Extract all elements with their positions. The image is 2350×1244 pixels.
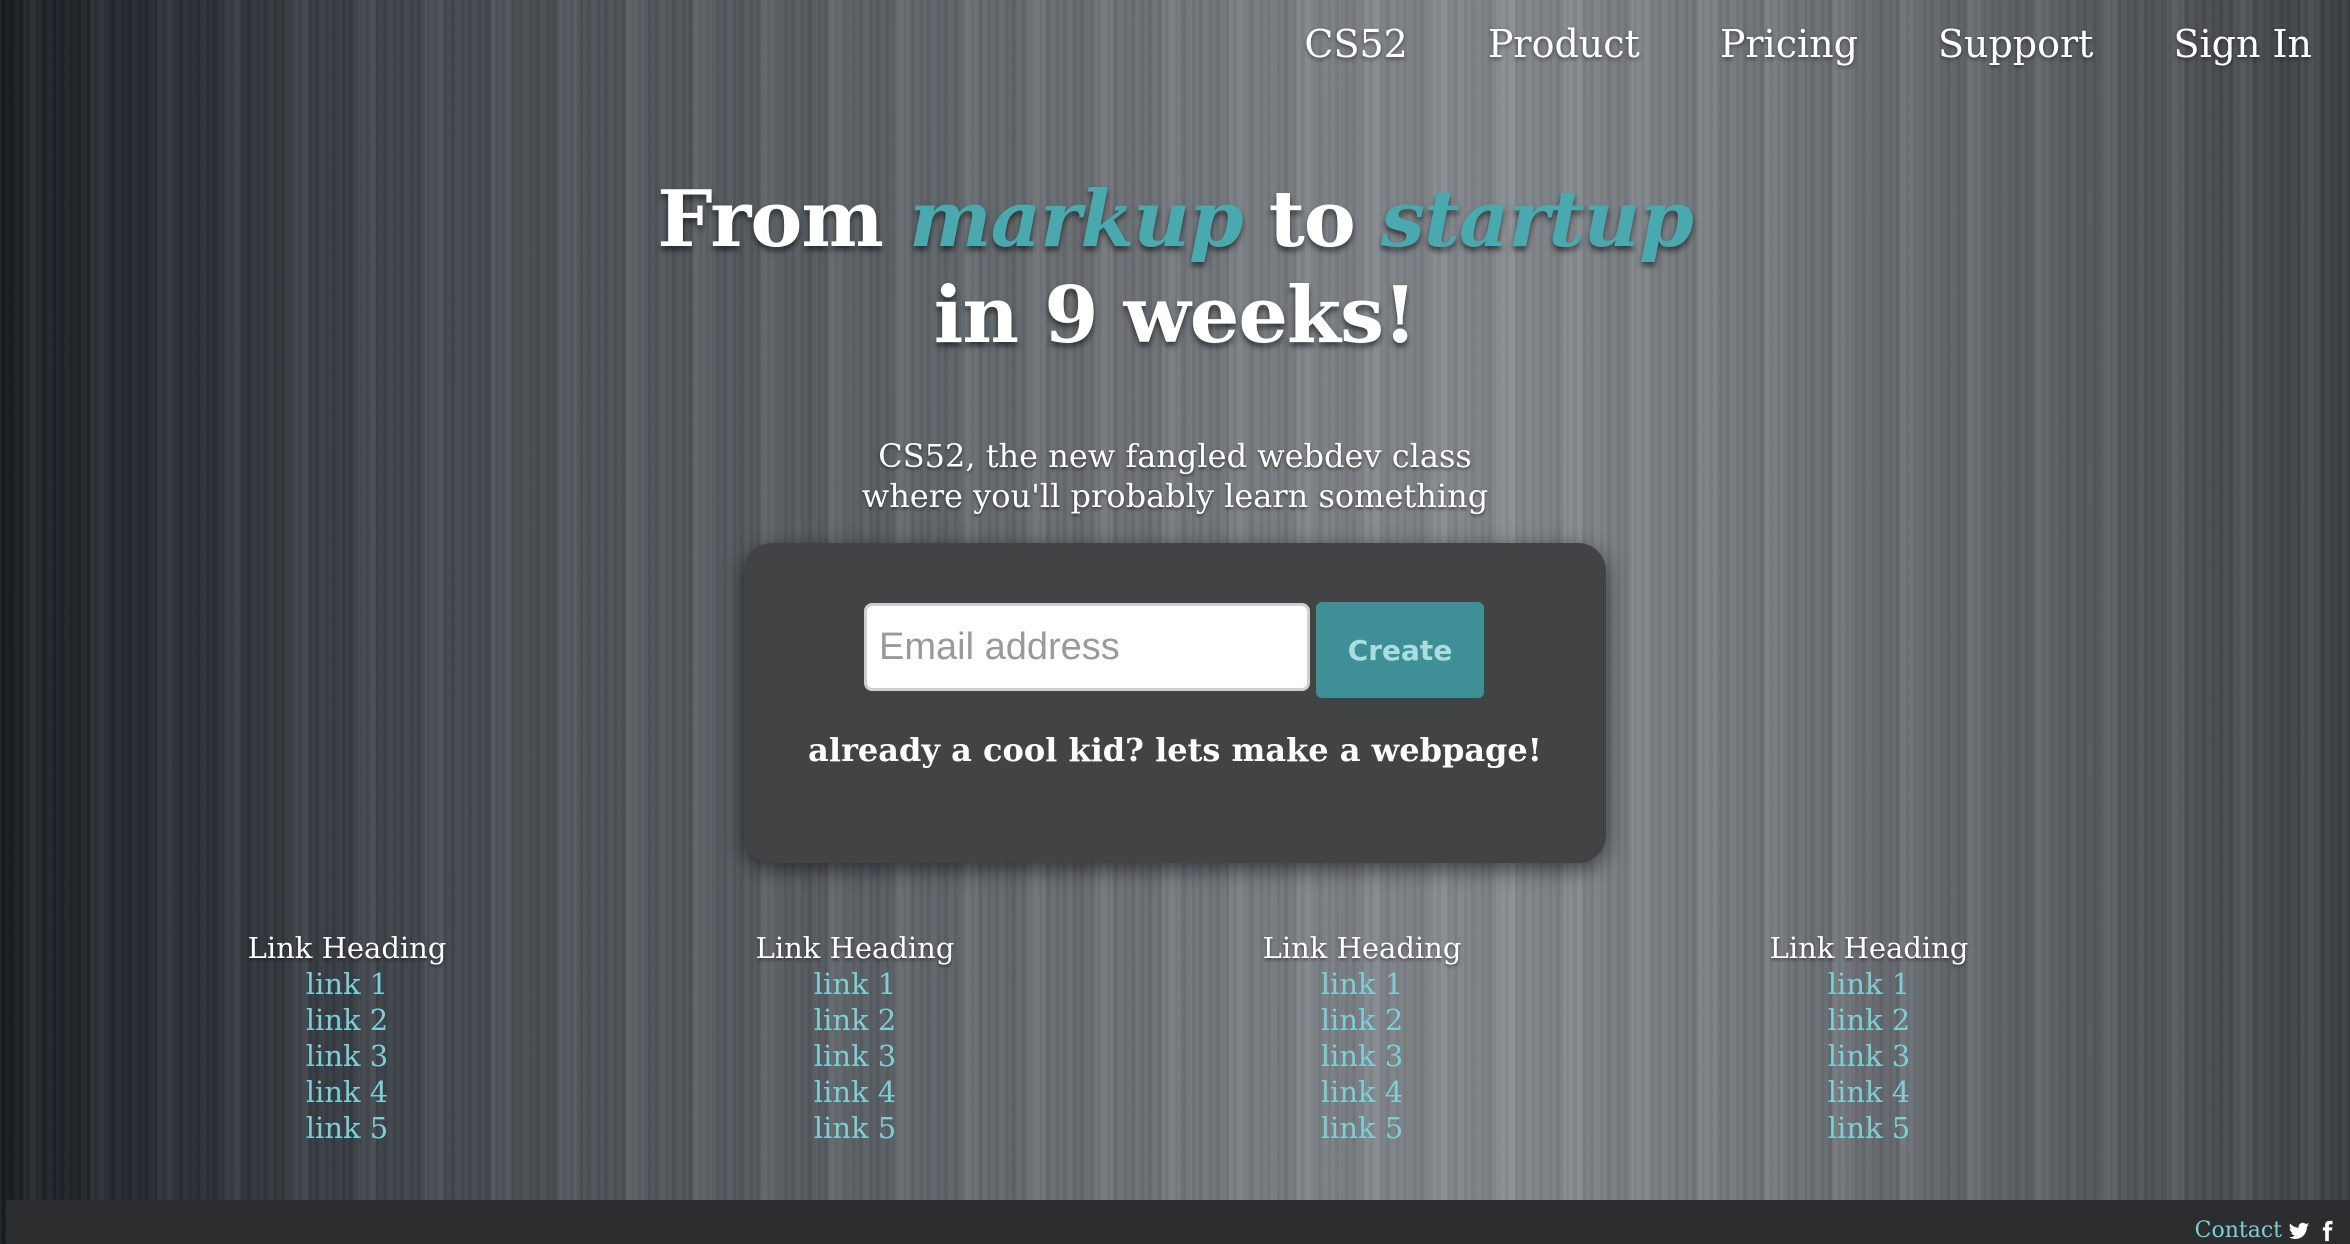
facebook-icon[interactable]	[2316, 1220, 2338, 1242]
footer: Contact	[6, 1200, 2350, 1244]
hero-subtitle-line1: CS52, the new fangled webdev class	[878, 437, 1472, 475]
link-item[interactable]: link 1	[695, 966, 1015, 1002]
cool-kid-link[interactable]: already a cool kid? lets make a webpage!	[744, 731, 1606, 769]
link-item[interactable]: link 5	[1709, 1110, 2029, 1146]
link-item[interactable]: link 5	[1202, 1110, 1522, 1146]
link-item[interactable]: link 2	[1202, 1002, 1522, 1038]
link-item[interactable]: link 2	[695, 1002, 1015, 1038]
link-columns: Link Heading link 1 link 2 link 3 link 4…	[0, 930, 2350, 1150]
link-item[interactable]: link 4	[1709, 1074, 2029, 1110]
link-item[interactable]: link 4	[187, 1074, 507, 1110]
signup-panel: Create already a cool kid? lets make a w…	[744, 543, 1606, 863]
nav-item-product[interactable]: Product	[1488, 22, 1640, 66]
contact-link[interactable]: Contact	[2195, 1218, 2282, 1243]
link-column-4: Link Heading link 1 link 2 link 3 link 4…	[1709, 930, 2029, 1146]
link-item[interactable]: link 1	[1709, 966, 2029, 1002]
create-button[interactable]: Create	[1316, 602, 1484, 698]
hero-title-from: From	[657, 174, 884, 265]
hero-title-to: to	[1268, 174, 1356, 265]
link-item[interactable]: link 5	[187, 1110, 507, 1146]
link-item[interactable]: link 2	[1709, 1002, 2029, 1038]
nav-item-sign-in[interactable]: Sign In	[2173, 22, 2312, 66]
email-input[interactable]	[864, 603, 1310, 691]
link-heading: Link Heading	[1262, 931, 1462, 965]
nav-item-pricing[interactable]: Pricing	[1720, 22, 1858, 66]
link-column-2: Link Heading link 1 link 2 link 3 link 4…	[695, 930, 1015, 1146]
hero-title-startup: startup	[1380, 174, 1694, 265]
link-item[interactable]: link 1	[1202, 966, 1522, 1002]
nav-item-support[interactable]: Support	[1938, 22, 2093, 66]
hero-title-markup: markup	[909, 174, 1243, 265]
link-heading: Link Heading	[247, 931, 447, 965]
link-column-3: Link Heading link 1 link 2 link 3 link 4…	[1202, 930, 1522, 1146]
link-item[interactable]: link 3	[695, 1038, 1015, 1074]
link-item[interactable]: link 1	[187, 966, 507, 1002]
link-item[interactable]: link 2	[187, 1002, 507, 1038]
link-item[interactable]: link 3	[187, 1038, 507, 1074]
link-column-1: Link Heading link 1 link 2 link 3 link 4…	[187, 930, 507, 1146]
link-item[interactable]: link 3	[1709, 1038, 2029, 1074]
twitter-icon[interactable]	[2288, 1220, 2310, 1242]
hero-title-line2: in 9 weeks!	[933, 270, 1418, 361]
link-heading: Link Heading	[1769, 931, 1969, 965]
link-item[interactable]: link 4	[1202, 1074, 1522, 1110]
link-item[interactable]: link 3	[1202, 1038, 1522, 1074]
link-item[interactable]: link 4	[695, 1074, 1015, 1110]
hero-subtitle-line2: where you'll probably learn something	[861, 477, 1489, 515]
link-item[interactable]: link 5	[695, 1110, 1015, 1146]
hero: From markup to startup in 9 weeks! CS52,…	[0, 172, 2350, 516]
top-nav: CS52 Product Pricing Support Sign In	[1304, 22, 2312, 66]
link-heading: Link Heading	[755, 931, 955, 965]
hero-title: From markup to startup in 9 weeks!	[0, 172, 2350, 364]
nav-item-cs52[interactable]: CS52	[1304, 22, 1407, 66]
footer-contact-group: Contact	[2195, 1218, 2338, 1243]
hero-subtitle: CS52, the new fangled webdev class where…	[0, 436, 2350, 516]
